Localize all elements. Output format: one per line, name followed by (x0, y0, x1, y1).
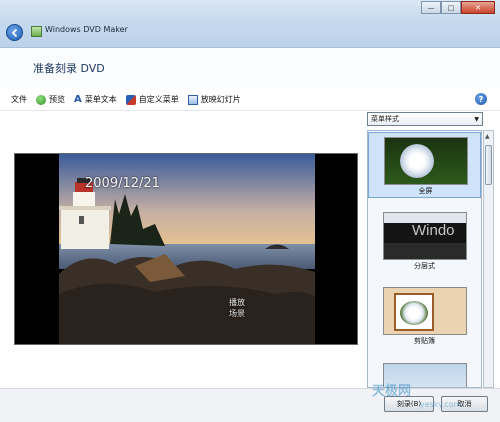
text-icon: A (74, 93, 82, 105)
customize-icon (125, 94, 136, 105)
preview-label: 预览 (49, 95, 65, 104)
file-menu-label: 文件 (11, 95, 27, 104)
menu-style-dropdown[interactable]: 菜单样式 ▼ (367, 112, 483, 126)
menu-style-label: 菜单样式 (371, 115, 399, 123)
slideshow-label: 放映幻灯片 (200, 95, 241, 104)
custom-menu-button[interactable]: 自定义菜单 (125, 94, 179, 105)
slideshow-button[interactable]: 放映幻灯片 (187, 94, 241, 105)
file-menu[interactable]: 文件 (11, 94, 27, 105)
menu-preview: 2009/12/21 播放 场景 (14, 153, 358, 345)
scenes-menu-item[interactable]: 场景 (229, 308, 245, 319)
minimize-button[interactable]: — (421, 1, 441, 14)
help-icon[interactable]: ? (475, 93, 487, 105)
menu-text-label: 菜单文本 (84, 95, 117, 104)
window-title: Windows DVD Maker (45, 25, 128, 34)
watermark-logo: 天极网 (372, 384, 412, 399)
style-item-scrapbook[interactable]: 剪贴簿 (368, 283, 481, 349)
play-icon (36, 94, 46, 105)
maximize-button[interactable]: □ (441, 1, 461, 14)
watermark-url: yesky.com (420, 400, 462, 409)
back-button[interactable] (6, 24, 23, 41)
style-list-scrollbar[interactable]: ▲ (483, 130, 494, 388)
style-thumbnail (384, 137, 468, 185)
style-label: 剪贴簿 (414, 337, 435, 345)
slideshow-icon (187, 94, 198, 105)
custom-menu-label: 自定义菜单 (138, 95, 179, 104)
style-label: 分层式 (414, 262, 435, 270)
style-thumbnail: Windo (383, 212, 467, 260)
style-label: 全屏 (418, 187, 433, 195)
play-menu-item[interactable]: 播放 (229, 297, 245, 308)
lighthouse-scene (15, 154, 357, 344)
back-arrow-icon (11, 28, 18, 38)
chevron-down-icon: ▼ (474, 116, 479, 123)
style-item-layered[interactable]: Windo 分层式 (368, 208, 481, 274)
menu-title: 2009/12/21 (85, 176, 160, 191)
style-item-fullscreen[interactable]: 全屏 (368, 132, 481, 198)
close-button[interactable]: ✕ (461, 1, 495, 14)
menu-style-list: 全屏 Windo 分层式 剪贴簿 (367, 130, 482, 388)
preview-button[interactable]: 预览 (36, 94, 65, 105)
menu-text-button[interactable]: A 菜单文本 (74, 94, 117, 105)
page-title: 准备刻录 DVD (33, 62, 105, 75)
toolbar: 文件 预览 A 菜单文本 自定义菜单 放映幻灯片 (0, 89, 500, 110)
scroll-up-icon[interactable]: ▲ (485, 133, 490, 140)
dvd-maker-icon (31, 26, 42, 37)
scrollbar-thumb[interactable] (485, 145, 492, 185)
thumbnail-text: Windo (412, 222, 455, 239)
style-thumbnail (383, 287, 467, 335)
window-controls: — □ ✕ (421, 1, 495, 14)
